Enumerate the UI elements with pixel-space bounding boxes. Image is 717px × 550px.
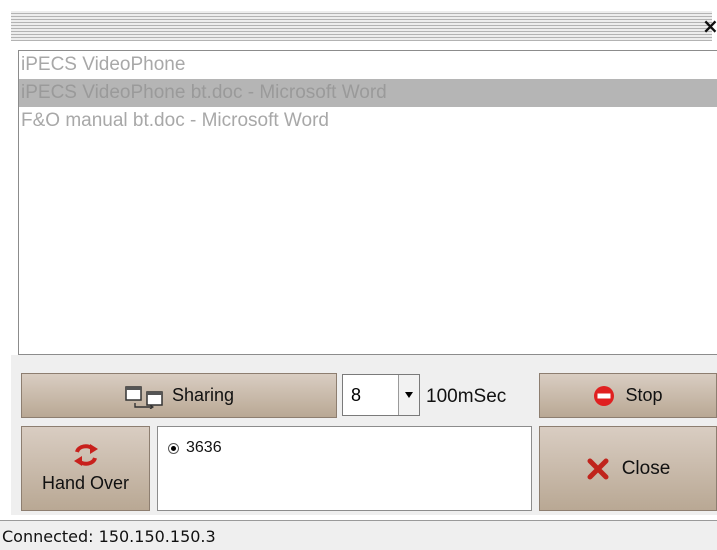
list-item[interactable]: iPECS VideoPhone [19, 51, 717, 79]
close-label: Close [621, 457, 671, 479]
list-item-selected[interactable]: iPECS VideoPhone bt.doc - Microsoft Word [19, 79, 717, 107]
stop-label: Stop [625, 385, 663, 405]
window-list[interactable]: iPECS VideoPhone iPECS VideoPhone bt.doc… [18, 50, 717, 355]
sharing-button[interactable]: Sharing [21, 373, 337, 418]
chevron-down-icon[interactable] [398, 375, 419, 415]
close-x-icon [587, 458, 609, 479]
hand-over-label: Hand Over [41, 473, 130, 493]
connection-status: Connected: 150.150.150.3 [2, 527, 216, 546]
title-bar[interactable] [11, 11, 712, 41]
interval-select[interactable]: 8 [342, 374, 420, 416]
stop-button[interactable]: Stop [539, 373, 717, 418]
user-list[interactable]: 3636 [157, 426, 532, 511]
sharing-label: Sharing [171, 385, 235, 405]
user-radio[interactable] [168, 443, 179, 454]
close-window-button[interactable]: × [702, 12, 717, 40]
window-share-icon [125, 385, 163, 409]
status-bar: Connected: 150.150.150.3 [0, 520, 717, 550]
stop-icon [594, 385, 615, 406]
user-label: 3636 [186, 439, 222, 456]
interval-value: 8 [351, 385, 362, 405]
close-button[interactable]: Close [539, 426, 717, 511]
list-item[interactable]: F&O manual bt.doc - Microsoft Word [19, 107, 717, 135]
interval-unit-label: 100mSec [426, 386, 507, 407]
refresh-icon [73, 444, 98, 466]
hand-over-button[interactable]: Hand Over [21, 426, 150, 511]
